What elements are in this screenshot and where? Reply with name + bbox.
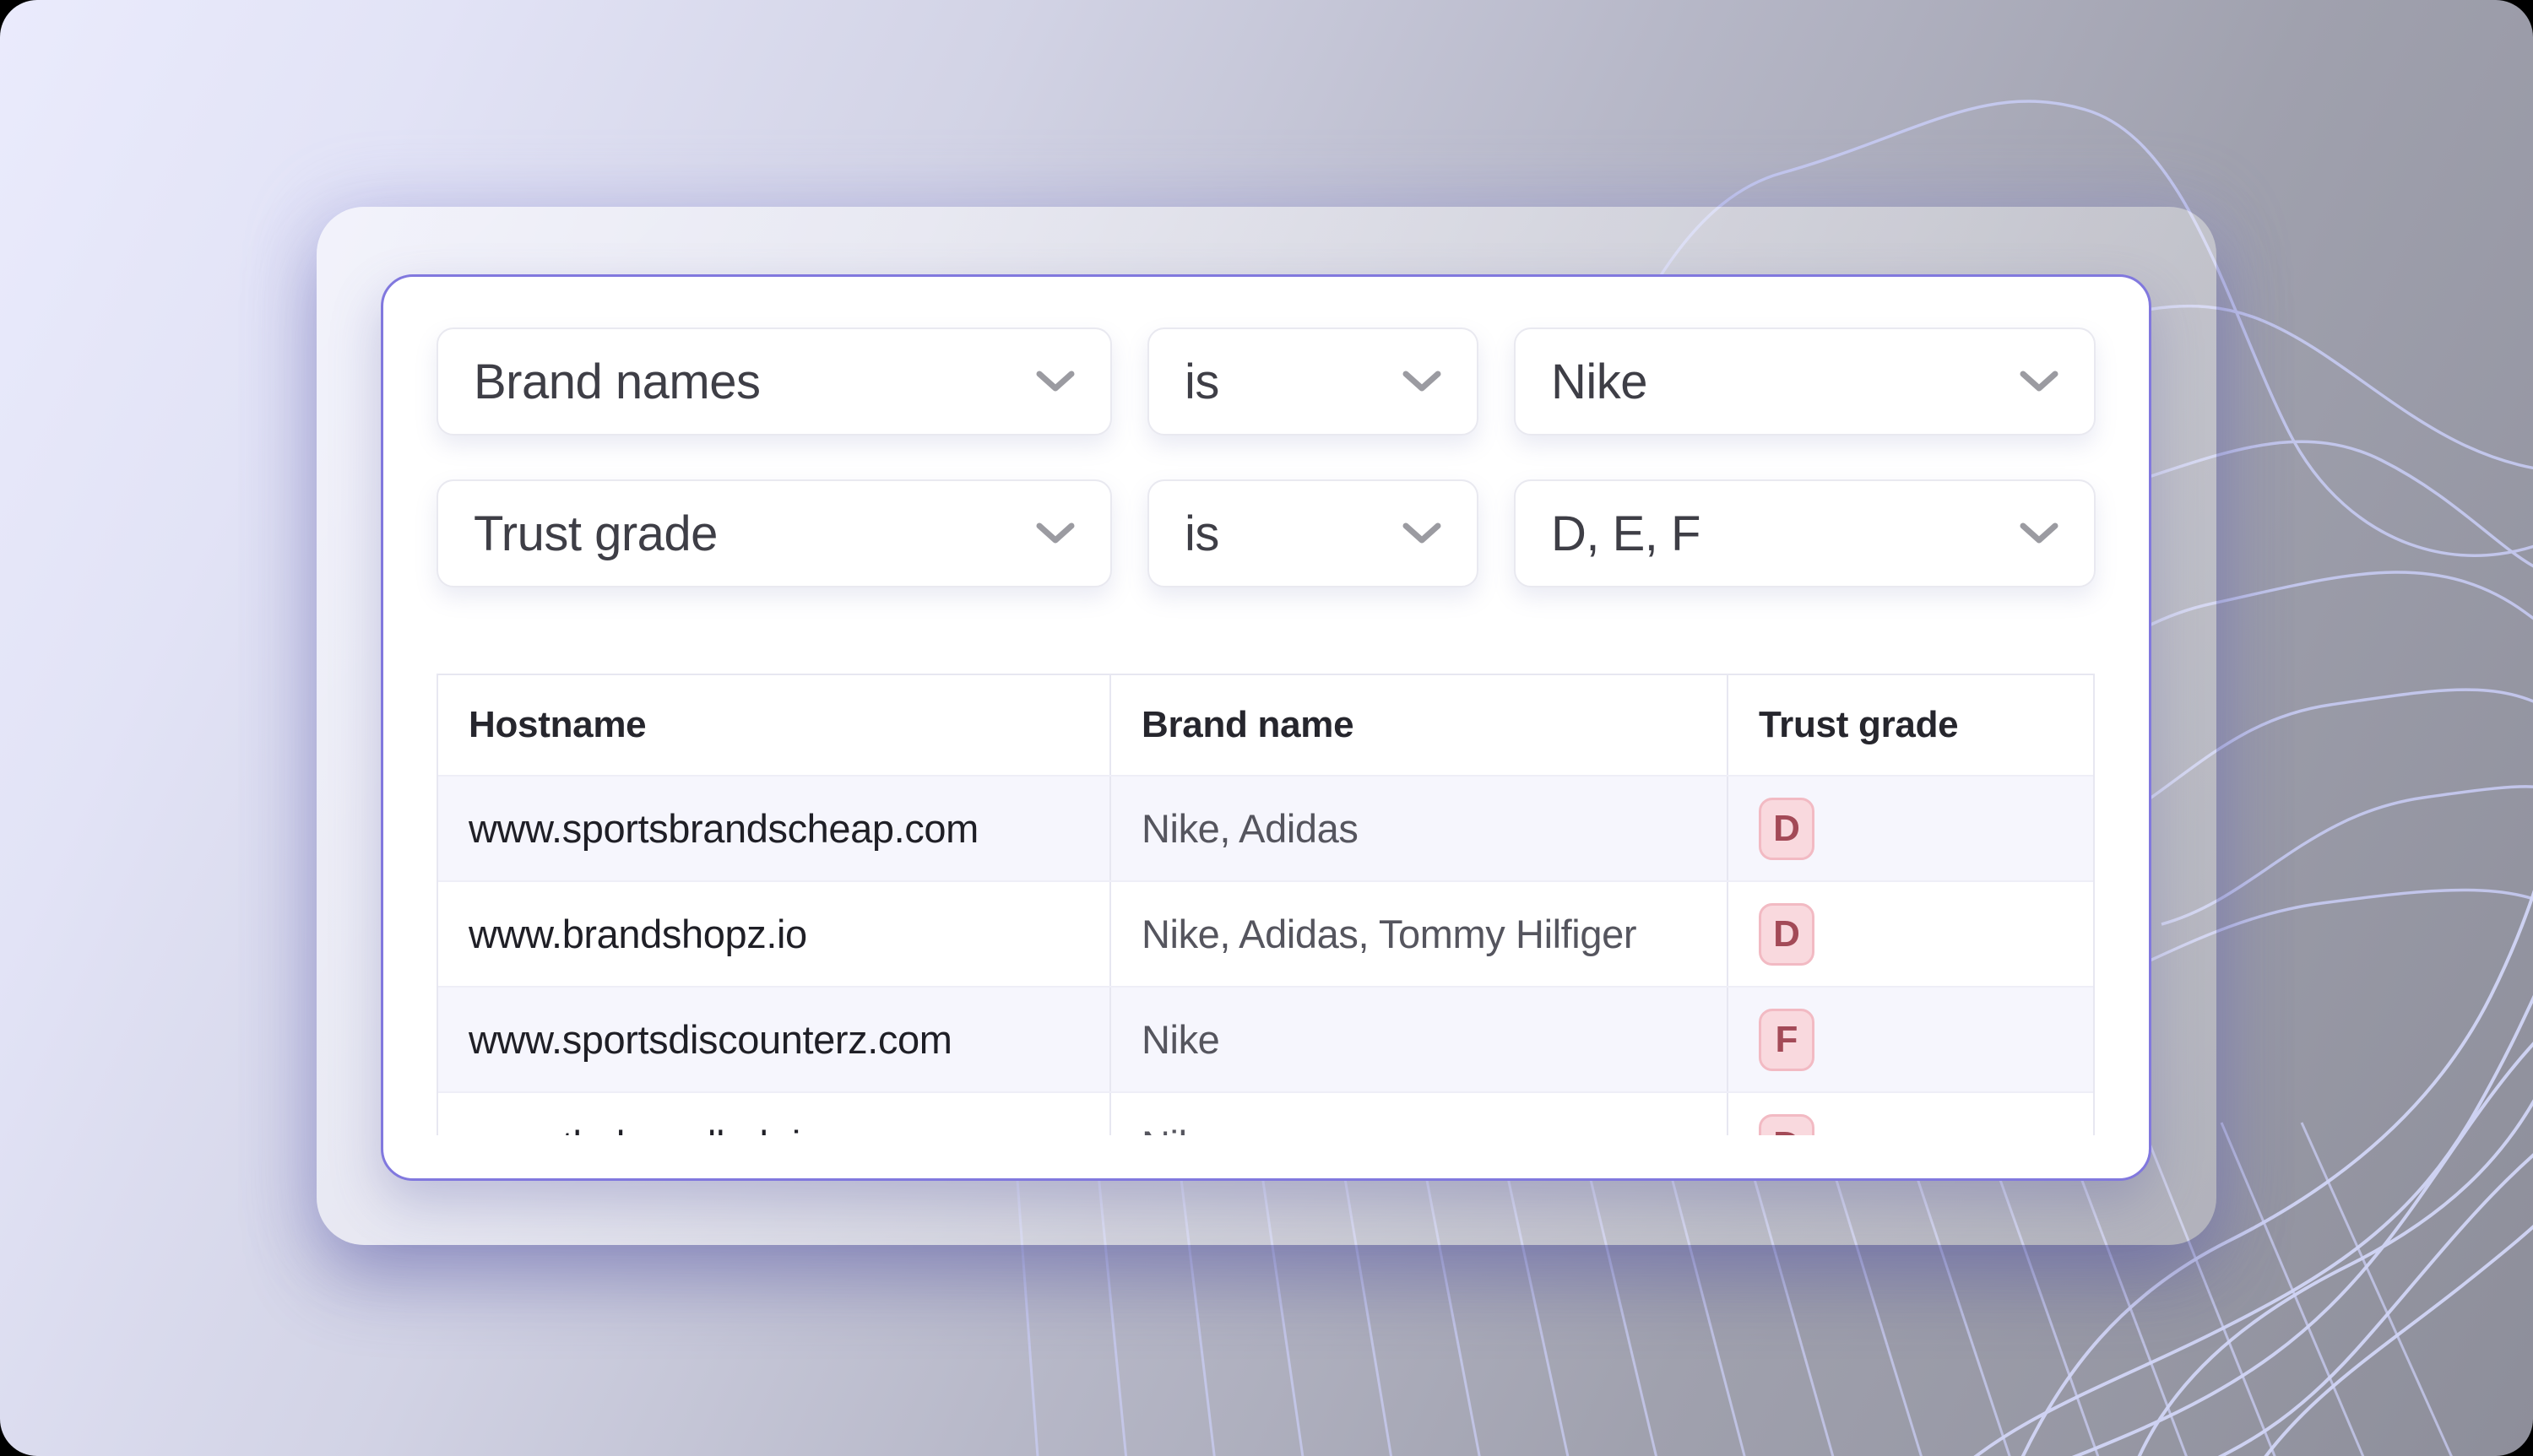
column-header-brand-name: Brand name (1111, 675, 1728, 775)
filter-operator-dropdown[interactable]: is (1147, 479, 1478, 587)
chevron-down-icon (2020, 522, 2058, 544)
filter-operator-label: is (1185, 506, 1219, 562)
chevron-down-icon (1036, 522, 1075, 544)
trust-grade-badge: D (1759, 903, 1814, 966)
trust-grade-badge: F (1759, 1009, 1814, 1071)
chevron-down-icon (1402, 522, 1441, 544)
filter-operator-dropdown[interactable]: is (1147, 327, 1478, 436)
chevron-down-icon (2020, 371, 2058, 392)
table-row: www.thebrandhub.io Nike D (438, 1091, 2093, 1135)
trust-grade-cell: D (1728, 777, 2093, 880)
table-row: www.brandshopz.io Nike, Adidas, Tommy Hi… (438, 880, 2093, 986)
brand-name-cell: Nike, Adidas (1111, 777, 1728, 880)
filter-card: Brand names is Nike Trust grade (381, 274, 2151, 1181)
brand-name-cell: Nike (1111, 1093, 1728, 1135)
results-table: Hostname Brand name Trust grade www.spor… (437, 674, 2095, 1135)
trust-grade-badge: D (1759, 1114, 1814, 1136)
filter-value-label: D, E, F (1551, 506, 1700, 562)
chevron-down-icon (1402, 371, 1441, 392)
table-row: www.sportsbrandscheap.com Nike, Adidas D (438, 775, 2093, 880)
column-header-hostname: Hostname (438, 675, 1111, 775)
table-header-row: Hostname Brand name Trust grade (438, 675, 2093, 775)
filter-operator-label: is (1185, 354, 1219, 410)
trust-grade-badge: D (1759, 798, 1814, 860)
brand-name-cell: Nike, Adidas, Tommy Hilfiger (1111, 882, 1728, 986)
filter-field-label: Brand names (474, 354, 760, 410)
hostname-cell: www.sportsdiscounterz.com (438, 988, 1111, 1091)
trust-grade-cell: F (1728, 988, 2093, 1091)
column-header-trust-grade: Trust grade (1728, 675, 2093, 775)
screenshot-canvas: Brand names is Nike Trust grade (0, 0, 2533, 1456)
trust-grade-cell: D (1728, 1093, 2093, 1135)
table-row: www.sportsdiscounterz.com Nike F (438, 986, 2093, 1091)
filter-field-dropdown[interactable]: Trust grade (437, 479, 1112, 587)
filter-field-label: Trust grade (474, 506, 718, 562)
brand-name-cell: Nike (1111, 988, 1728, 1091)
chevron-down-icon (1036, 371, 1075, 392)
filter-builder: Brand names is Nike Trust grade (437, 327, 2096, 587)
filter-value-label: Nike (1551, 354, 1647, 410)
filter-value-dropdown[interactable]: D, E, F (1514, 479, 2096, 587)
trust-grade-cell: D (1728, 882, 2093, 986)
hostname-cell: www.brandshopz.io (438, 882, 1111, 986)
filter-value-dropdown[interactable]: Nike (1514, 327, 2096, 436)
hostname-cell: www.thebrandhub.io (438, 1093, 1111, 1135)
filter-field-dropdown[interactable]: Brand names (437, 327, 1112, 436)
hostname-cell: www.sportsbrandscheap.com (438, 777, 1111, 880)
